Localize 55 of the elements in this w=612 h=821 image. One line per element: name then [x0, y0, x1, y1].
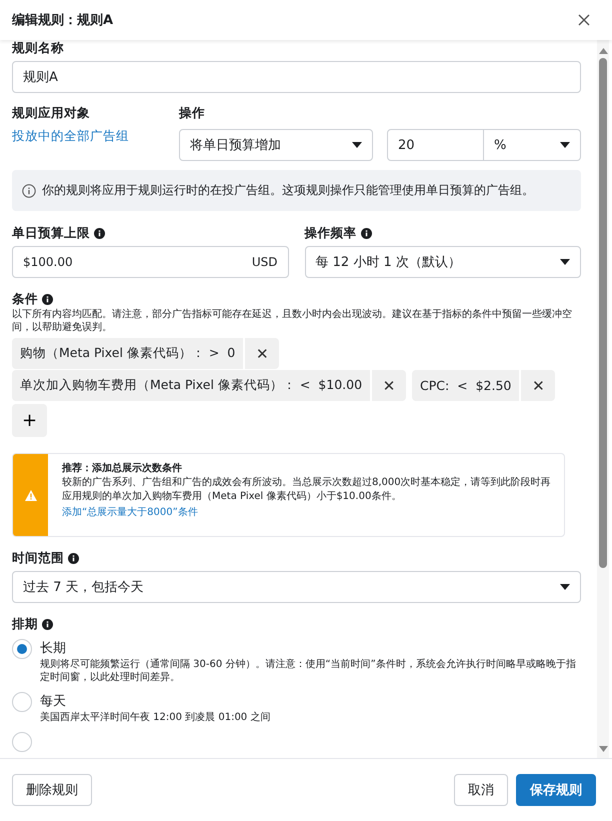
add-condition-link[interactable]: 添加“总展示量大于8000”条件 — [62, 505, 198, 519]
save-rule-button[interactable]: 保存规则 — [516, 774, 596, 806]
unit-dropdown[interactable]: % — [484, 129, 581, 161]
option-description: 规则将尽可能频繁运行（通常间隔 30-60 分钟）。请注意：使用“当前时间”条件时，系统会允许执行时间略早或略晚于指定时间窗，以此处理时间差异。 — [40, 658, 577, 684]
radio-button[interactable] — [12, 639, 32, 659]
radio-label[interactable]: 长期 — [40, 639, 580, 657]
rule-name-field[interactable]: 规则A — [12, 61, 581, 93]
radio-label[interactable]: 每天 — [40, 692, 580, 710]
add-condition-button[interactable]: + — [12, 404, 47, 437]
radio-button[interactable] — [12, 732, 32, 752]
info-text: 你的规则将应用于规则运行时的在投广告组。这项规则操作只能管理使用单日预算的广告组。 — [42, 182, 534, 199]
condition-chip[interactable]: 购物（Meta Pixel 像素代码）： > 0 — [12, 338, 244, 369]
remove-condition-button[interactable]: ✕ — [245, 338, 280, 369]
condition-chip[interactable]: CPC: < $2.50 — [412, 370, 520, 401]
info-icon[interactable] — [360, 228, 372, 239]
field-label: 规则应用对象 — [12, 105, 90, 122]
remove-condition-button[interactable]: ✕ — [521, 370, 556, 401]
ad-sets-link[interactable]: 投放中的全部广告组 — [12, 128, 129, 145]
info-icon[interactable] — [68, 553, 79, 564]
recommendation-title: 推荐：添加总展示次数条件 — [62, 462, 182, 475]
caret-icon — [560, 584, 570, 590]
time-range-dropdown[interactable]: 过去 7 天，包括今天 — [12, 571, 581, 603]
dialog-title: 编辑规则：规则A — [12, 12, 114, 29]
field-label: 规则名称 — [12, 40, 64, 57]
budget-field[interactable]: $100.00 USD — [12, 246, 288, 278]
field-label: 时间范围 — [12, 550, 64, 567]
warning-icon — [24, 490, 36, 500]
conditions-description: 以下所有内容均匹配。请注意，部分广告指标可能存在延迟，且数小时内会出现波动。建议在基于指标的条件中预留一些缓冲空间，以帮助避免误判。 — [12, 308, 573, 334]
radio-button[interactable] — [12, 692, 32, 712]
scroll-down-icon[interactable] — [598, 746, 608, 752]
caret-icon — [560, 259, 570, 265]
info-icon — [22, 184, 36, 198]
action-dropdown[interactable]: 将单日预算增加 — [179, 129, 373, 161]
field-label: 操作频率 — [304, 225, 356, 242]
close-icon[interactable] — [578, 14, 590, 26]
scrollbar-thumb[interactable] — [599, 58, 607, 568]
scrollbar[interactable] — [597, 40, 609, 758]
info-icon[interactable] — [42, 294, 53, 305]
info-icon[interactable] — [42, 619, 53, 630]
condition-chip[interactable]: 单次加入购物车费用（Meta Pixel 像素代码）： < $10.00 — [12, 370, 370, 401]
delete-rule-button[interactable]: 删除规则 — [12, 774, 92, 806]
recommendation-text: 较新的广告系列、广告组和广告的成效会有所波动。当总展示次数超过8,000次时基本稳定，请等到此阶段时再应用规则的单次加入购物车费用（Meta Pixel 像素代码）小于$10.00条件。 — [62, 476, 552, 504]
remove-condition-button[interactable]: ✕ — [372, 370, 406, 401]
cancel-button[interactable]: 取消 — [454, 774, 508, 806]
option-description: 美国西岸太平洋时间午夜 12:00 到凌晨 01:00 之间 — [40, 711, 272, 724]
info-icon[interactable] — [94, 228, 105, 239]
caret-icon — [560, 142, 570, 148]
amount-field[interactable]: 20 — [387, 129, 484, 161]
scroll-up-icon[interactable] — [598, 48, 608, 54]
frequency-dropdown[interactable]: 每 12 小时 1 次（默认） — [304, 246, 581, 278]
field-label: 条件 — [12, 291, 38, 308]
field-label: 排期 — [12, 616, 38, 633]
field-label: 单日预算上限 — [12, 225, 90, 242]
caret-icon — [352, 142, 362, 148]
field-label: 操作 — [179, 105, 205, 122]
